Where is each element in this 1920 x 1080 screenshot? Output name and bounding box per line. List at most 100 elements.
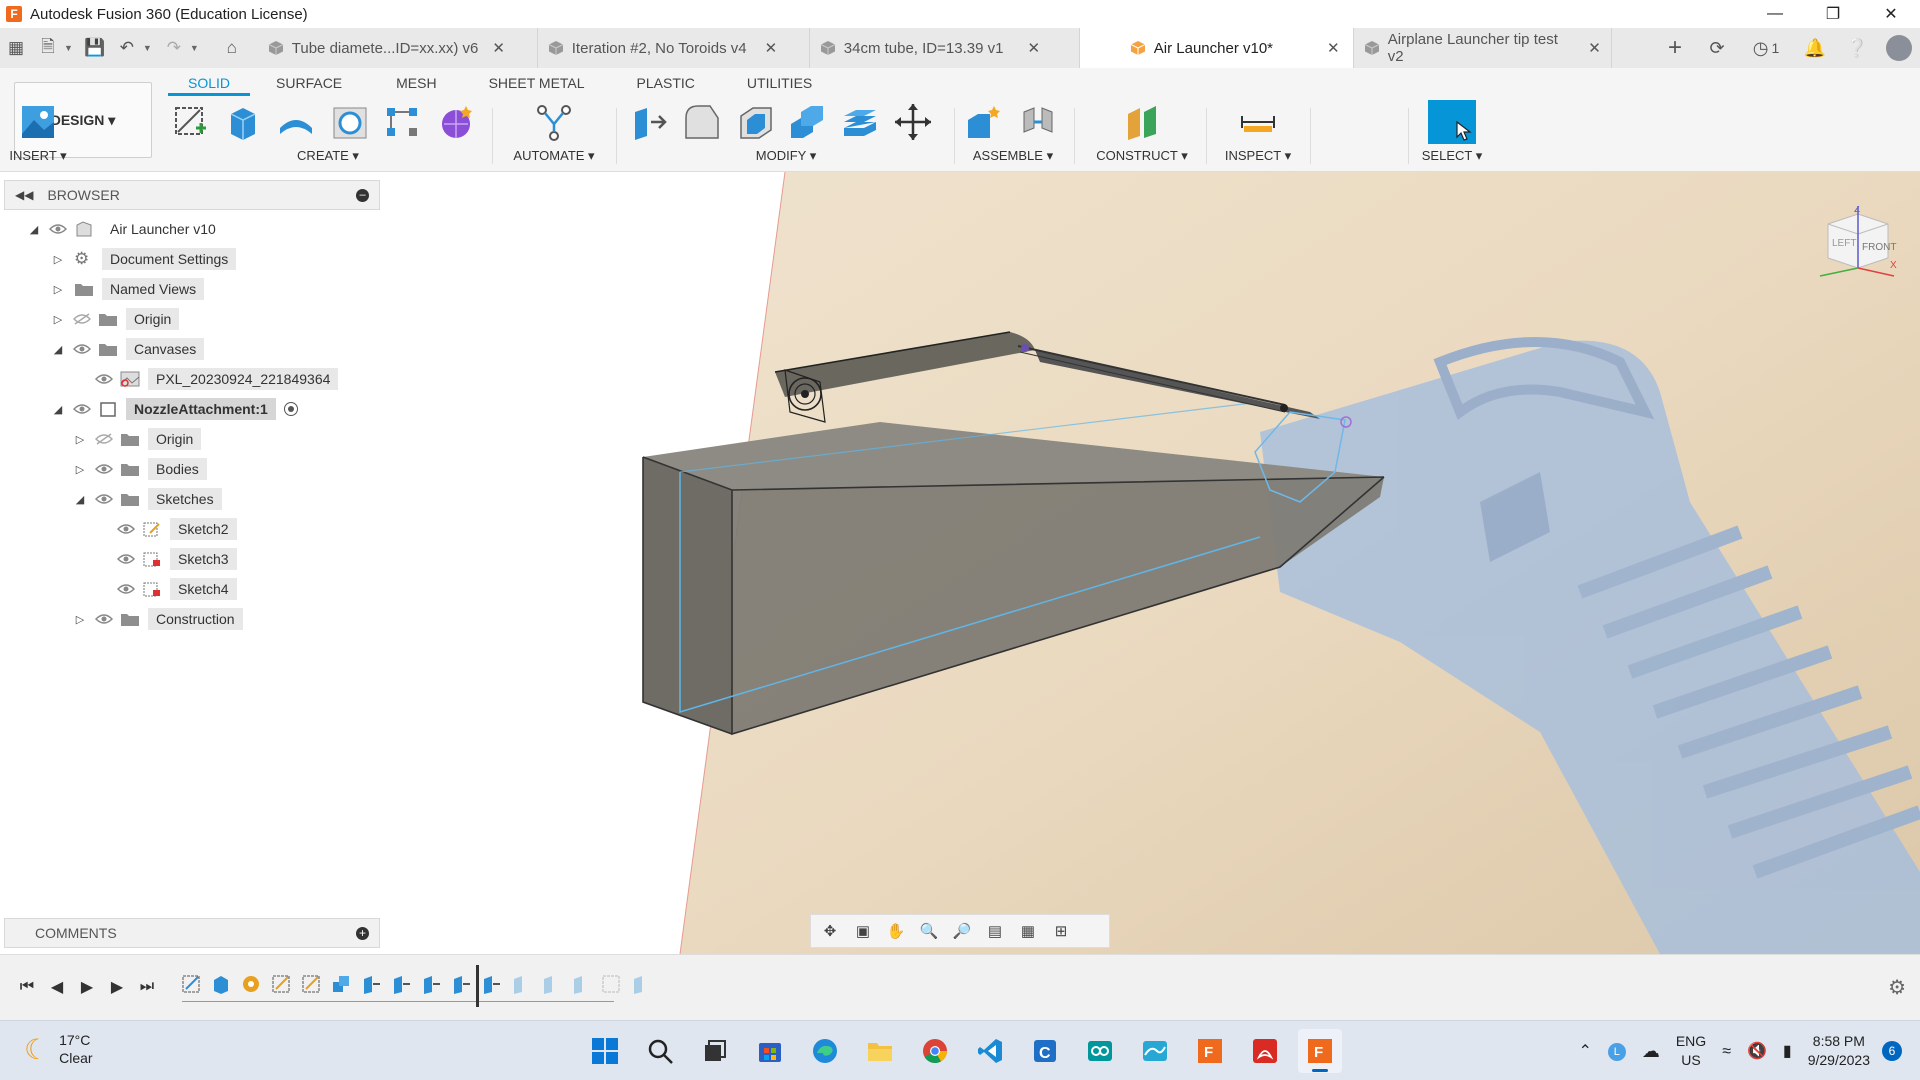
model-canvas[interactable] xyxy=(380,172,1920,954)
tree-label[interactable]: Construction xyxy=(148,608,243,630)
save-icon[interactable]: 💾 xyxy=(82,35,108,61)
automate-icon[interactable] xyxy=(532,100,576,144)
language-indicator[interactable]: ENG US xyxy=(1676,1032,1706,1070)
start-windows-icon[interactable] xyxy=(583,1029,627,1073)
notification-badge[interactable]: 6 xyxy=(1882,1041,1902,1061)
tab-close-icon[interactable]: ✕ xyxy=(765,39,778,57)
minimize-button[interactable]: — xyxy=(1746,0,1804,28)
go-to-start-icon[interactable]: ⏮ xyxy=(12,975,42,999)
add-comment-icon[interactable]: + xyxy=(356,927,369,940)
browser-minimize-icon[interactable]: – xyxy=(356,189,369,202)
tree-row-nozzle-attachment[interactable]: ◢ NozzleAttachment:1 xyxy=(4,394,380,424)
chrome-icon[interactable] xyxy=(913,1029,957,1073)
tab-solid[interactable]: SOLID xyxy=(168,72,251,96)
tab-sheet-metal[interactable]: SHEET METAL xyxy=(469,72,605,96)
move-copy-icon[interactable] xyxy=(891,100,934,144)
microsoft-store-icon[interactable] xyxy=(748,1029,792,1073)
tab-mesh[interactable]: MESH xyxy=(376,72,456,96)
zoom-window-icon[interactable]: 🔎 xyxy=(947,918,977,944)
grid-settings-icon[interactable]: ▦ xyxy=(1013,918,1043,944)
tree-row-sketches[interactable]: ◢ Sketches xyxy=(4,484,380,514)
hidden-eye-icon[interactable] xyxy=(72,312,92,326)
visibility-eye-icon[interactable] xyxy=(94,462,114,476)
file-caret-icon[interactable]: ▼ xyxy=(64,43,73,53)
orbit-icon[interactable]: ✥ xyxy=(815,918,845,944)
visibility-eye-icon[interactable] xyxy=(94,372,114,386)
tree-label[interactable]: Origin xyxy=(126,308,180,330)
expand-triangle-icon[interactable]: ▷ xyxy=(52,283,64,296)
timeline-sketch-icon[interactable] xyxy=(270,973,292,995)
timeline-sketch-icon[interactable] xyxy=(180,973,202,995)
visibility-eye-icon[interactable] xyxy=(48,222,68,236)
timeline-press-pull-icon[interactable] xyxy=(450,973,472,995)
hole-icon[interactable] xyxy=(328,100,371,144)
tree-row-named-views[interactable]: ▷ Named Views xyxy=(4,274,380,304)
help-icon[interactable]: ❔ xyxy=(1836,28,1878,68)
offset-plane-icon[interactable] xyxy=(1120,100,1164,144)
timeline-canvas-icon[interactable] xyxy=(240,973,262,995)
tab-airplane-launcher[interactable]: Airplane Launcher tip test v2 ✕ xyxy=(1354,28,1612,68)
tree-label[interactable]: Air Launcher v10 xyxy=(102,218,224,240)
timeline-settings-gear-icon[interactable]: ⚙ xyxy=(1888,975,1906,1000)
visibility-eye-icon[interactable] xyxy=(72,342,92,356)
look-at-icon[interactable]: ▣ xyxy=(848,918,878,944)
visibility-eye-icon[interactable] xyxy=(72,402,92,416)
onedrive-cloud-icon[interactable]: ☁ xyxy=(1642,1041,1660,1061)
show-hidden-icons-chevron-icon[interactable]: ⌃ xyxy=(1578,1042,1591,1061)
tab-utilities[interactable]: UTILITIES xyxy=(727,72,832,96)
modify-menu[interactable]: MODIFY ▾ xyxy=(628,148,944,164)
tree-row-origin[interactable]: ▷ Origin xyxy=(4,304,380,334)
3d-viewport[interactable] xyxy=(380,172,1920,954)
pan-hand-icon[interactable]: ✋ xyxy=(881,918,911,944)
tree-label[interactable]: Sketches xyxy=(148,488,222,510)
expand-triangle-icon[interactable]: ▷ xyxy=(52,253,64,266)
volume-muted-icon[interactable]: 🔇 xyxy=(1747,1042,1767,1061)
measure-icon[interactable] xyxy=(1236,100,1280,144)
step-back-icon[interactable]: ◀ xyxy=(42,975,72,999)
notifications-bell-icon[interactable]: 🔔 xyxy=(1794,28,1836,68)
tree-label[interactable]: Origin xyxy=(148,428,202,450)
timeline-suppressed-icon[interactable] xyxy=(600,973,622,995)
tree-label[interactable]: Named Views xyxy=(102,278,205,300)
tree-row-sketch4[interactable]: Sketch4 xyxy=(4,574,380,604)
arduino-icon[interactable] xyxy=(1078,1029,1122,1073)
tree-row-canvas-image[interactable]: PXL_20230924_221849364 xyxy=(4,364,380,394)
combine-icon[interactable] xyxy=(786,100,829,144)
redo-icon[interactable]: ↷ xyxy=(161,35,187,61)
tab-tube-diameter[interactable]: Tube diamete...ID=xx.xx) v6 ✕ xyxy=(258,28,538,68)
activate-component-radio[interactable] xyxy=(283,402,298,416)
timeline-press-pull-icon[interactable] xyxy=(360,973,382,995)
tab-plastic[interactable]: PLASTIC xyxy=(617,72,715,96)
zoom-icon[interactable]: 🔍 xyxy=(914,918,944,944)
automate-menu[interactable]: AUTOMATE ▾ xyxy=(502,148,606,164)
timeline-combine-icon[interactable] xyxy=(330,973,352,995)
tab-close-icon[interactable]: ✕ xyxy=(1027,39,1040,57)
timeline-press-pull-icon[interactable] xyxy=(480,973,502,995)
create-sketch-icon[interactable] xyxy=(168,100,211,144)
tree-label[interactable]: Document Settings xyxy=(102,248,237,270)
step-forward-icon[interactable]: ▶ xyxy=(102,975,132,999)
tree-row-canvases[interactable]: ◢ Canvases xyxy=(4,334,380,364)
create-menu[interactable]: CREATE ▾ xyxy=(168,148,488,164)
extensions-icon[interactable]: ⟳ xyxy=(1696,28,1738,68)
tab-34cm-tube[interactable]: 34cm tube, ID=13.39 v1 ✕ xyxy=(810,28,1080,68)
revolve-icon[interactable] xyxy=(275,100,318,144)
timeline-suppressed-icon[interactable] xyxy=(630,973,652,995)
tab-air-launcher[interactable]: Air Launcher v10* ✕ xyxy=(1079,28,1354,68)
tree-label[interactable]: PXL_20230924_221849364 xyxy=(148,368,339,390)
tree-label[interactable]: Canvases xyxy=(126,338,205,360)
play-icon[interactable]: ▶ xyxy=(72,975,102,999)
acrobat-icon[interactable] xyxy=(1243,1029,1287,1073)
tab-close-icon[interactable]: ✕ xyxy=(1327,39,1340,57)
search-icon[interactable] xyxy=(638,1029,682,1073)
tree-row-bodies[interactable]: ▷ Bodies xyxy=(4,454,380,484)
undo-icon[interactable]: ↶ xyxy=(114,35,140,61)
redo-caret-icon[interactable]: ▼ xyxy=(190,43,199,53)
joint-icon[interactable] xyxy=(1016,100,1060,144)
fillet-icon[interactable] xyxy=(681,100,724,144)
inspect-menu[interactable]: INSPECT ▾ xyxy=(1218,148,1298,164)
select-tool-icon[interactable] xyxy=(1428,100,1476,144)
tree-row-component-origin[interactable]: ▷ Origin xyxy=(4,424,380,454)
go-to-end-icon[interactable]: ⏭ xyxy=(132,975,162,999)
select-menu[interactable]: SELECT ▾ xyxy=(1414,148,1490,164)
